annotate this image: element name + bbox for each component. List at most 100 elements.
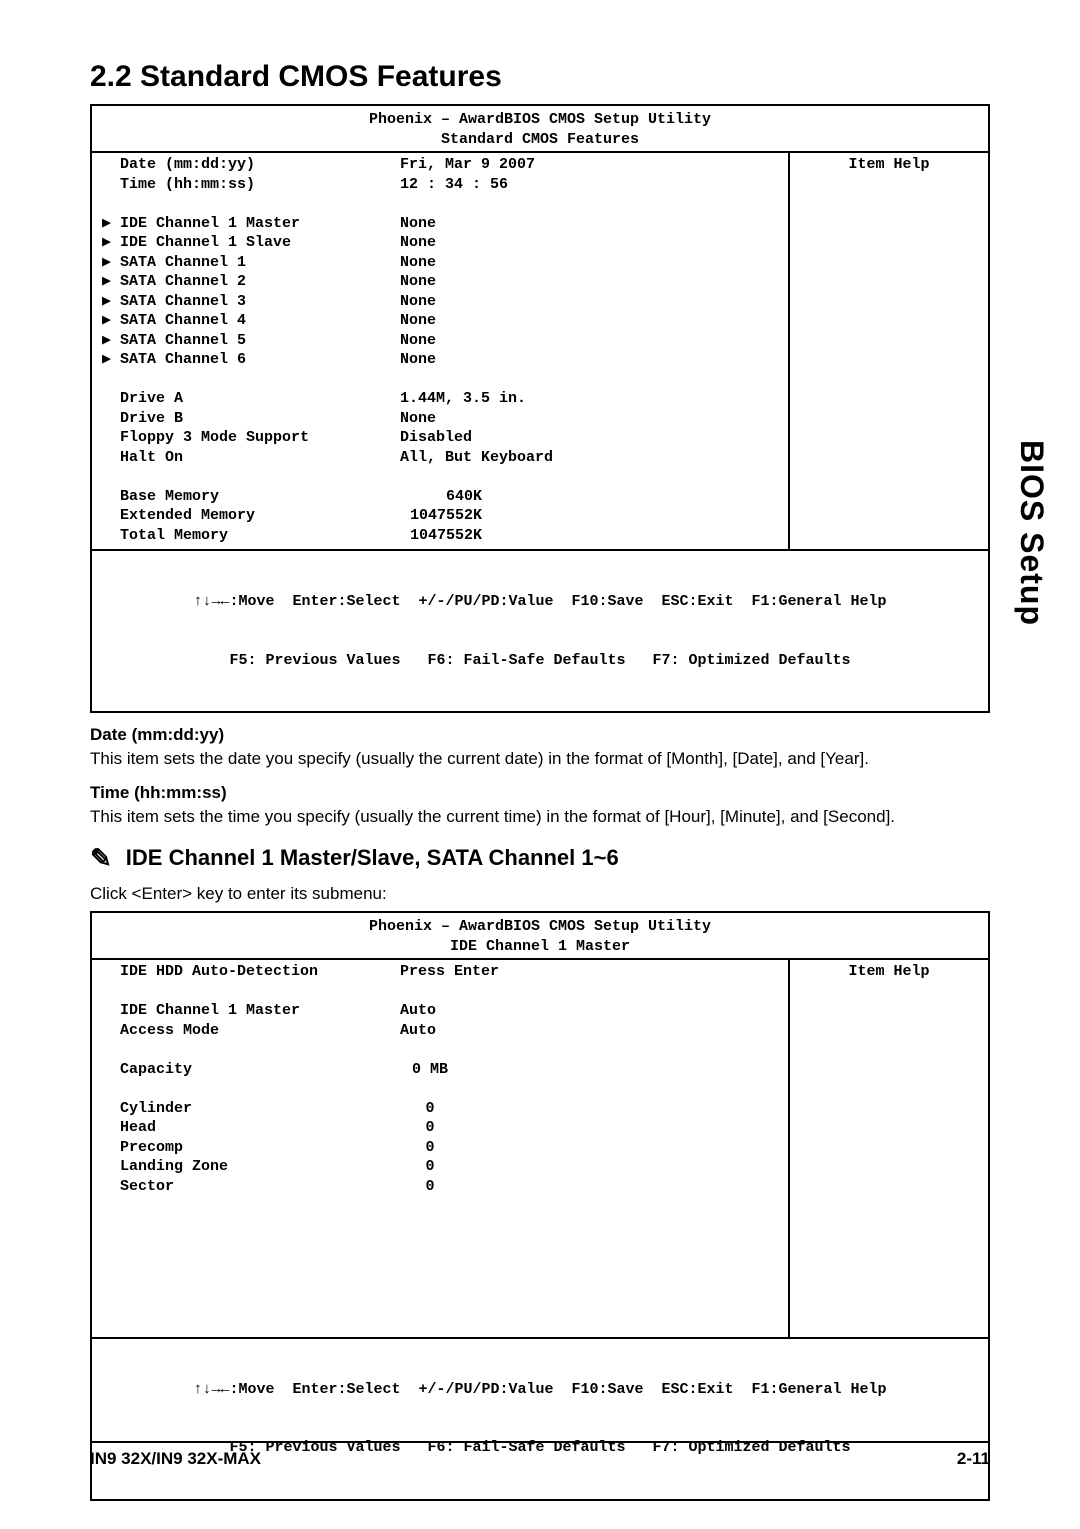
bios-row[interactable]: ▶SATA Channel 6None (102, 350, 778, 370)
row-value: 0 (400, 1157, 460, 1177)
row-label: SATA Channel 4 (120, 311, 400, 331)
bios-row[interactable]: Cylinder0 (102, 1099, 778, 1119)
row-label: Total Memory (120, 526, 400, 546)
blank-row (102, 1294, 778, 1314)
row-label: Halt On (120, 448, 400, 468)
row-label: SATA Channel 5 (120, 331, 400, 351)
bios-row[interactable]: Time (hh:mm:ss)12 : 34 : 56 (102, 175, 778, 195)
row-pointer-icon (102, 175, 120, 195)
bios-row[interactable]: ▶SATA Channel 4None (102, 311, 778, 331)
row-pointer-icon (102, 428, 120, 448)
bios-row[interactable]: Sector0 (102, 1177, 778, 1197)
bios-footer: ↑↓→←:Move Enter:Select +/-/PU/PD:Value F… (92, 1337, 988, 1499)
bios-row[interactable]: Base Memory640K (102, 487, 778, 507)
row-label: SATA Channel 3 (120, 292, 400, 312)
bios-body: IDE HDD Auto-DetectionPress Enter IDE Cha… (92, 960, 988, 1337)
option-heading-date: Date (mm:dd:yy) (90, 725, 990, 745)
row-label: SATA Channel 6 (120, 350, 400, 370)
row-pointer-icon: ▶ (102, 331, 120, 351)
bios-row[interactable]: Total Memory1047552K (102, 526, 778, 546)
bios-header-line1: Phoenix – AwardBIOS CMOS Setup Utility (92, 110, 988, 130)
row-pointer-icon (102, 389, 120, 409)
footer-left: IN9 32X/IN9 32X-MAX (90, 1449, 261, 1469)
bios-row[interactable]: Capacity0 MB (102, 1060, 778, 1080)
row-label: Sector (120, 1177, 400, 1197)
row-label: Base Memory (120, 487, 400, 507)
row-pointer-icon (102, 962, 120, 982)
side-tab: BIOS Setup (1013, 440, 1050, 626)
bios-row[interactable]: Extended Memory1047552K (102, 506, 778, 526)
bios-row[interactable]: Landing Zone0 (102, 1157, 778, 1177)
row-pointer-icon: ▶ (102, 292, 120, 312)
row-value: 0 (400, 1118, 460, 1138)
blank-row (102, 1255, 778, 1275)
footer-right: 2-11 (957, 1449, 990, 1469)
row-label: Capacity (120, 1060, 400, 1080)
row-label: SATA Channel 2 (120, 272, 400, 292)
page-footer: IN9 32X/IN9 32X-MAX 2-11 (90, 1441, 990, 1469)
bios-box-ide-master: Phoenix – AwardBIOS CMOS Setup Utility I… (90, 911, 990, 1501)
row-value: None (400, 253, 778, 273)
bios-row[interactable]: Precomp0 (102, 1138, 778, 1158)
row-label: Drive A (120, 389, 400, 409)
bios-row[interactable]: IDE HDD Auto-DetectionPress Enter (102, 962, 778, 982)
bios-row[interactable]: Halt OnAll, But Keyboard (102, 448, 778, 468)
bios-box-standard-cmos: Phoenix – AwardBIOS CMOS Setup Utility S… (90, 104, 990, 713)
bios-row[interactable]: ▶IDE Channel 1 MasterNone (102, 214, 778, 234)
row-value: Press Enter (400, 962, 778, 982)
bios-row[interactable]: ▶SATA Channel 5None (102, 331, 778, 351)
blank-row (102, 467, 778, 487)
row-value: 0 MB (400, 1060, 460, 1080)
row-value: None (400, 272, 778, 292)
row-value: None (400, 331, 778, 351)
row-value: None (400, 292, 778, 312)
item-help-label: Item Help (800, 155, 978, 175)
submenu-icon: ✎ (90, 843, 112, 874)
row-pointer-icon (102, 1118, 120, 1138)
bios-row[interactable]: ▶SATA Channel 2None (102, 272, 778, 292)
blank-row (102, 1079, 778, 1099)
bios-row[interactable]: Drive BNone (102, 409, 778, 429)
submenu-title: IDE Channel 1 Master/Slave, SATA Channel… (126, 845, 619, 871)
submenu-text: Click <Enter> key to enter its submenu: (90, 882, 990, 906)
bios-row[interactable]: Access ModeAuto (102, 1021, 778, 1041)
blank-row (102, 1313, 778, 1333)
row-pointer-icon: ▶ (102, 253, 120, 273)
row-value: Auto (400, 1021, 778, 1041)
bios-row[interactable]: Floppy 3 Mode SupportDisabled (102, 428, 778, 448)
bios-footer: ↑↓→←:Move Enter:Select +/-/PU/PD:Value F… (92, 549, 988, 711)
row-value: 640K (400, 487, 490, 507)
bios-row[interactable]: ▶SATA Channel 1None (102, 253, 778, 273)
item-help-label: Item Help (800, 962, 978, 982)
bios-row[interactable]: Drive A1.44M, 3.5 in. (102, 389, 778, 409)
row-label: Landing Zone (120, 1157, 400, 1177)
blank-row (102, 1196, 778, 1216)
submenu-heading: ✎ IDE Channel 1 Master/Slave, SATA Chann… (90, 843, 990, 874)
row-pointer-icon (102, 1138, 120, 1158)
row-pointer-icon: ▶ (102, 233, 120, 253)
row-pointer-icon (102, 155, 120, 175)
row-pointer-icon: ▶ (102, 350, 120, 370)
option-text-time: This item sets the time you specify (usu… (90, 805, 990, 829)
bios-row[interactable]: ▶IDE Channel 1 SlaveNone (102, 233, 778, 253)
bios-footer-line2: F5: Previous Values F6: Fail-Safe Defaul… (92, 651, 988, 671)
row-label: Time (hh:mm:ss) (120, 175, 400, 195)
row-value: None (400, 409, 778, 429)
bios-row[interactable]: Head0 (102, 1118, 778, 1138)
bios-row[interactable]: IDE Channel 1 MasterAuto (102, 1001, 778, 1021)
row-value: 0 (400, 1177, 460, 1197)
bios-row[interactable]: ▶SATA Channel 3None (102, 292, 778, 312)
row-label: Extended Memory (120, 506, 400, 526)
row-value: None (400, 311, 778, 331)
row-value: All, But Keyboard (400, 448, 778, 468)
row-label: Drive B (120, 409, 400, 429)
row-label: IDE Channel 1 Master (120, 214, 400, 234)
blank-row (102, 982, 778, 1002)
bios-row[interactable]: Date (mm:dd:yy)Fri, Mar 9 2007 (102, 155, 778, 175)
blank-row (102, 1040, 778, 1060)
blank-row (102, 1274, 778, 1294)
row-label: Precomp (120, 1138, 400, 1158)
bios-header-line2: IDE Channel 1 Master (92, 937, 988, 957)
bios-header: Phoenix – AwardBIOS CMOS Setup Utility S… (92, 106, 988, 153)
bios-right-panel: Item Help (788, 153, 988, 549)
